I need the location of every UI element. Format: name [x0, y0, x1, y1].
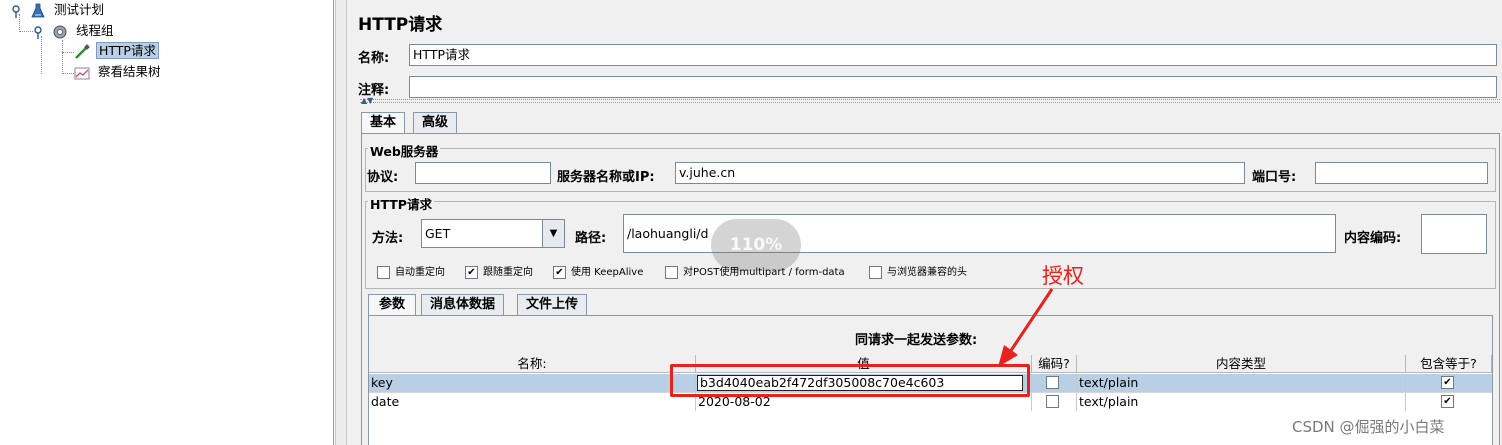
collapse-divider[interactable] [360, 99, 1500, 103]
comment-input[interactable] [409, 76, 1497, 98]
tree-item-view-results-tree[interactable]: 察看结果树 [74, 63, 163, 81]
multipart-label: 对POST使用multipart / form-data [683, 267, 845, 278]
path-label: 路径: [575, 231, 607, 246]
page-title: HTTP请求 [358, 15, 443, 35]
auto-redirect-checkbox[interactable] [377, 266, 390, 279]
tree-connector [62, 40, 63, 74]
column-header-include-equals[interactable]: 包含等于? [1406, 355, 1492, 373]
include-equals-checkbox[interactable]: ✔ [1441, 395, 1454, 408]
chart-listener-icon [74, 65, 90, 81]
protocol-label: 协议: [367, 170, 399, 185]
follow-redirect-checkbox[interactable]: ✔ [465, 266, 478, 279]
sampler-pipette-icon [74, 43, 90, 60]
server-name-label: 服务器名称或IP: [557, 170, 655, 185]
http-request-group-title: HTTP请求 [368, 194, 434, 213]
annotation-highlight-box [670, 364, 1030, 397]
watermark: CSDN @倔强的小白菜 [1292, 418, 1445, 436]
encode-checkbox[interactable] [1046, 395, 1059, 408]
test-plan-flask-icon [30, 3, 46, 19]
tree-item-label: 测试计划 [53, 2, 104, 17]
method-label: 方法: [372, 231, 404, 246]
method-selected-value: GET [425, 226, 451, 241]
column-header-name[interactable]: 名称: [369, 355, 696, 373]
multipart-checkbox[interactable] [665, 266, 678, 279]
browser-headers-checkbox[interactable] [869, 266, 882, 279]
include-equals-cell: ✔ [1406, 393, 1492, 411]
protocol-input[interactable] [415, 162, 551, 184]
param-name-cell[interactable]: date [369, 393, 696, 411]
include-equals-checkbox[interactable]: ✔ [1441, 376, 1454, 389]
tree-item-thread-group[interactable]: 线程组 [30, 22, 115, 40]
expand-toggle-icon[interactable] [30, 24, 46, 40]
annotation-arrow-icon [998, 288, 1054, 367]
encode-cell [1032, 374, 1077, 392]
collapse-arrows-icon[interactable]: ▲▼ [361, 97, 373, 105]
content-encoding-input[interactable] [1421, 214, 1487, 254]
include-equals-cell: ✔ [1406, 374, 1492, 392]
name-label: 名称: [358, 51, 390, 66]
tree-connector [62, 52, 74, 53]
web-server-group-title: Web服务器 [368, 141, 441, 160]
panel-splitter[interactable] [335, 0, 347, 445]
auto-redirect-label: 自动重定向 [395, 267, 445, 278]
content-encoding-label: 内容编码: [1344, 231, 1402, 246]
server-name-input[interactable]: v.juhe.cn [675, 162, 1245, 184]
browser-headers-label: 与浏览器兼容的头 [887, 267, 967, 278]
annotation-label: 授权 [1042, 264, 1084, 288]
encode-cell [1032, 393, 1077, 411]
encode-checkbox[interactable] [1046, 376, 1059, 389]
tree-connector [41, 36, 42, 74]
zoom-level-overlay: 110% [711, 219, 801, 271]
content-type-cell[interactable]: text/plain [1077, 393, 1406, 411]
port-input[interactable] [1315, 162, 1488, 184]
parameters-caption: 同请求一起发送参数: [855, 333, 978, 348]
options-checkbox-row: 自动重定向 ✔ 跟随重定向 ✔ 使用 KeepAlive 对POST使用mult… [347, 0, 1502, 279]
content-type-cell[interactable]: text/plain [1077, 374, 1406, 392]
tree-item-test-plan[interactable]: 测试计划 [8, 1, 106, 19]
column-header-content-type[interactable]: 内容类型 [1077, 355, 1406, 373]
keepalive-label: 使用 KeepAlive [571, 267, 644, 278]
keepalive-checkbox[interactable]: ✔ [553, 266, 566, 279]
name-input[interactable]: HTTP请求 [409, 44, 1497, 66]
port-label: 端口号: [1252, 170, 1297, 185]
param-name-cell[interactable]: key [369, 374, 696, 392]
tree-item-label: 察看结果树 [97, 64, 161, 79]
gear-icon [52, 24, 68, 40]
tree-item-label: HTTP请求 [95, 42, 159, 59]
test-plan-tree: 测试计划 线程组 HTTP请求 察看结果树 [0, 0, 334, 445]
tree-connector [62, 73, 74, 74]
tree-item-label: 线程组 [75, 23, 114, 38]
follow-redirect-label: 跟随重定向 [483, 267, 533, 278]
expand-toggle-icon[interactable] [8, 3, 24, 19]
tree-item-http-request[interactable]: HTTP请求 [74, 42, 159, 60]
chevron-down-icon[interactable]: ▼ [542, 220, 564, 247]
